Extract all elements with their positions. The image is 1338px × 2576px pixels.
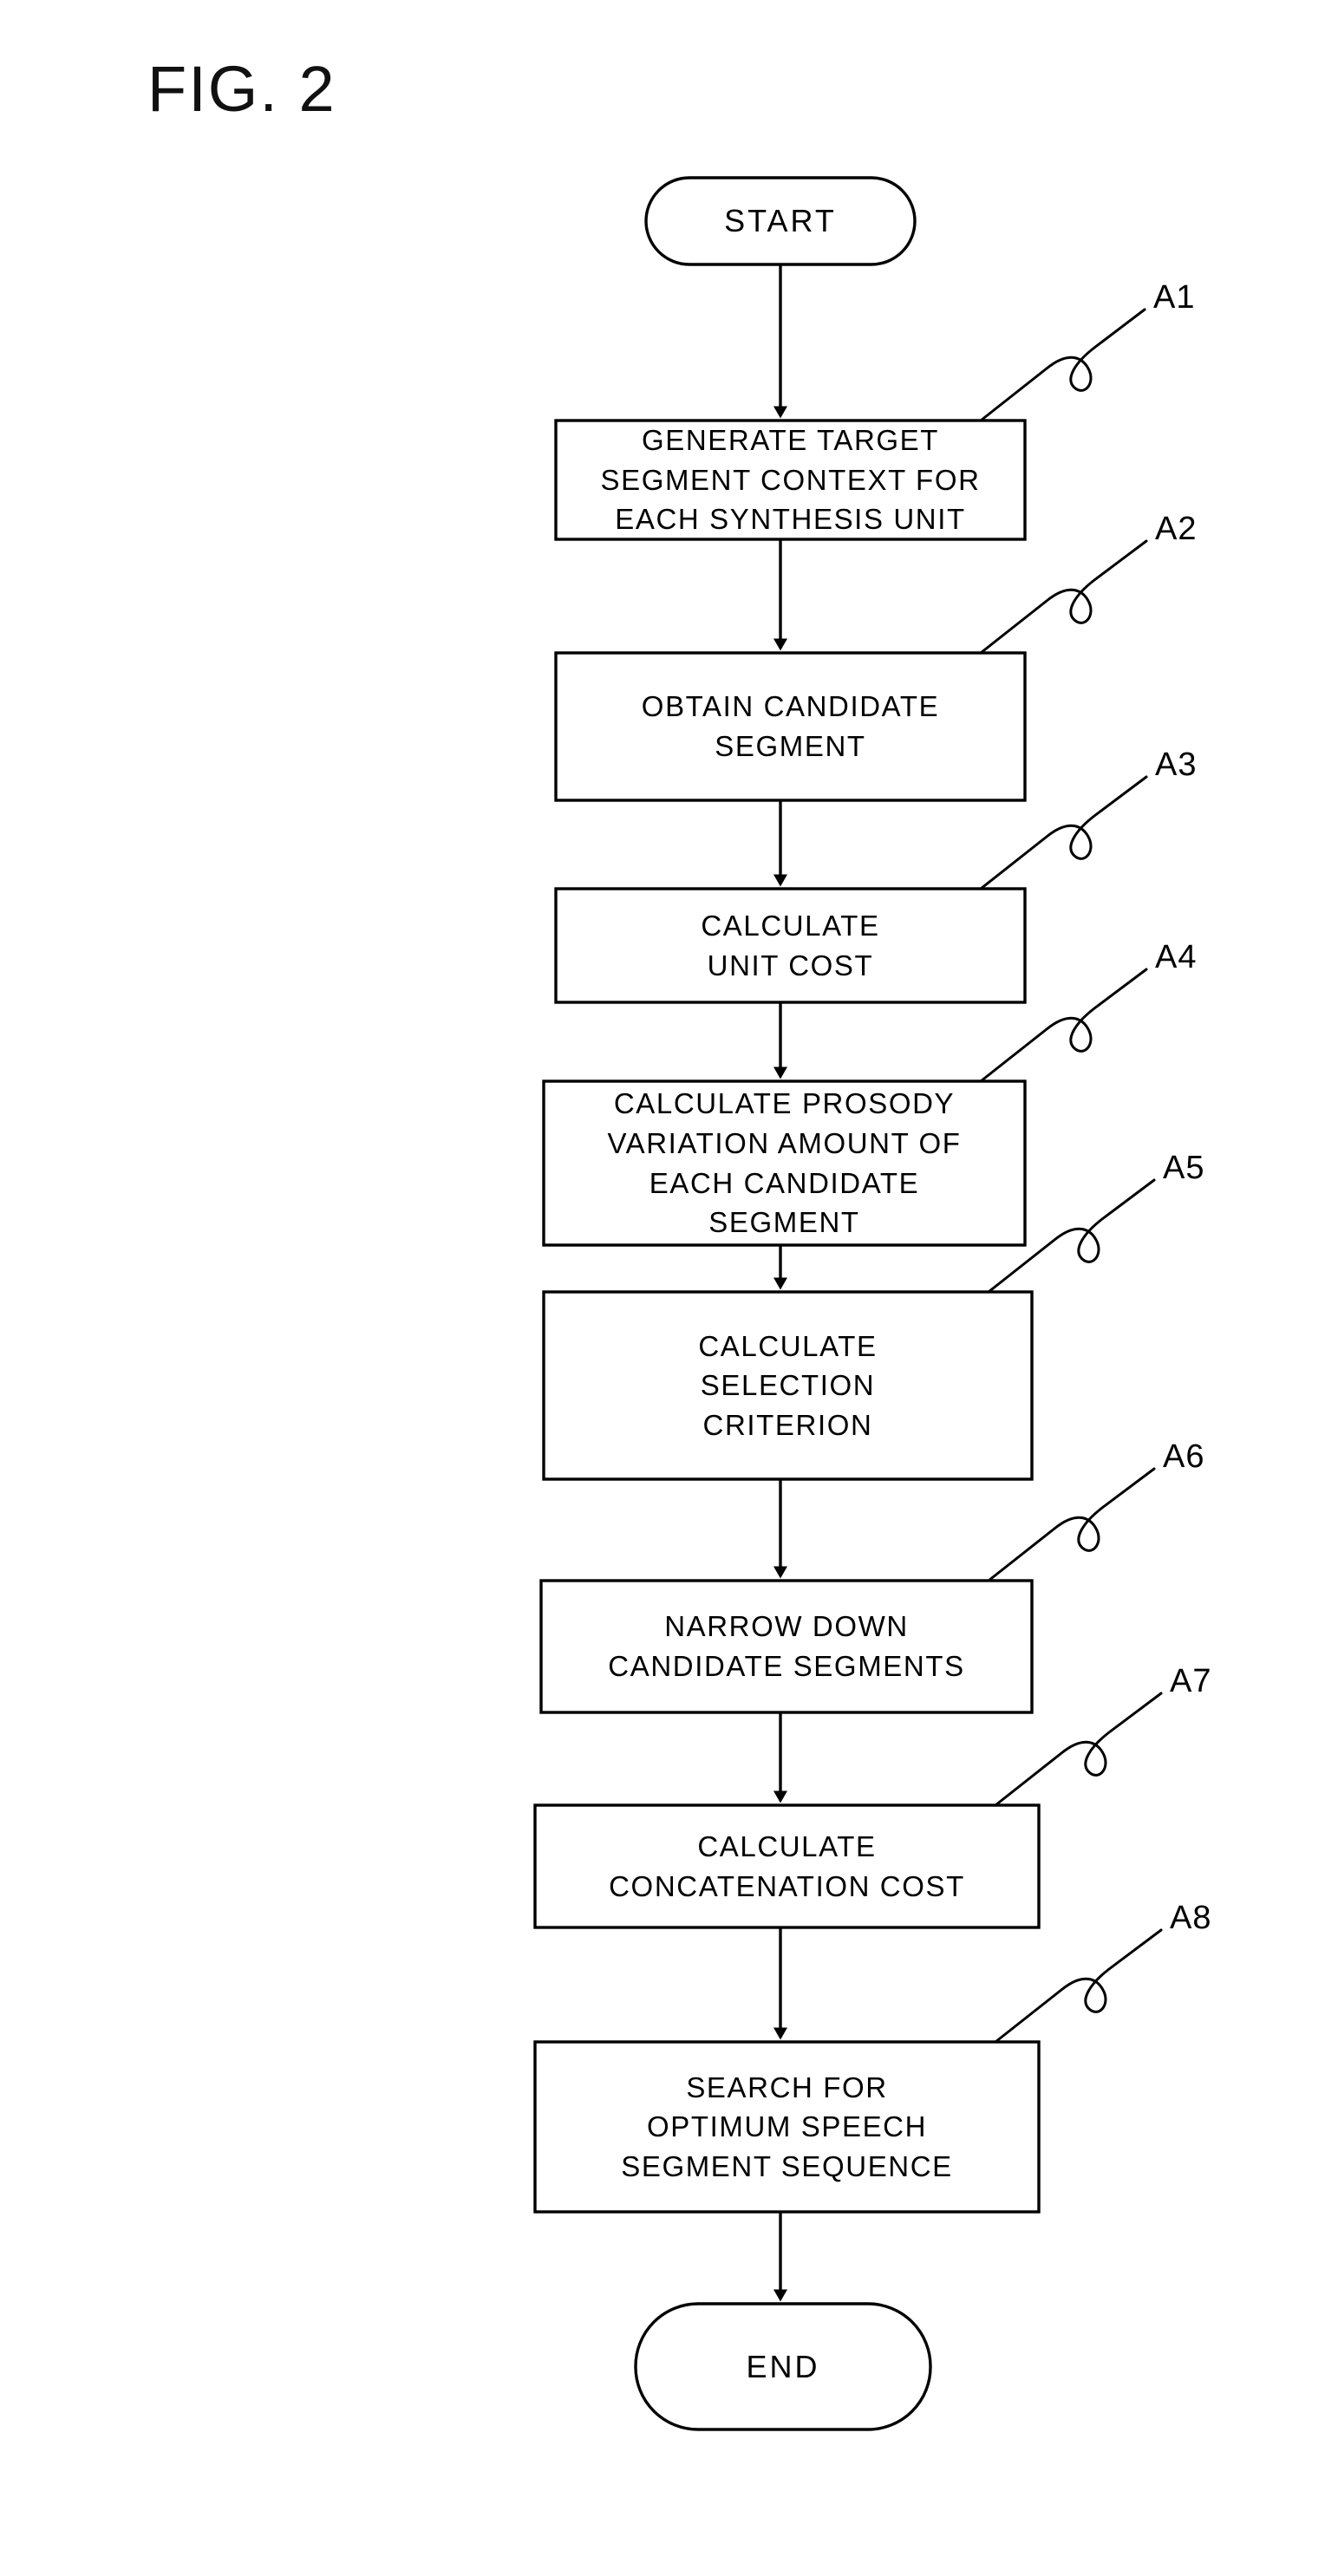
flowchart-canvas [533, 176, 1163, 2431]
leader-line-a3 [979, 775, 1148, 890]
reference-label-a5: A5 [1163, 1150, 1205, 1186]
reference-label-a2: A2 [1155, 511, 1198, 547]
reference-label-a8: A8 [1170, 1900, 1212, 1936]
figure-page: FIG. 2 START GENERATE TARGET SEGMENT CON… [0, 0, 1338, 2576]
node-a8-shape [533, 2040, 1041, 2214]
leader-line-a5 [987, 1178, 1156, 1294]
node-end-shape [634, 2302, 932, 2431]
leader-line-a4 [979, 968, 1148, 1083]
leader-line-a6 [987, 1467, 1156, 1582]
node-start-shape [644, 176, 917, 266]
node-a7-shape [533, 1803, 1041, 1929]
reference-label-a6: A6 [1163, 1438, 1205, 1475]
node-a4-shape [542, 1079, 1027, 1247]
leader-line-a8 [994, 1928, 1163, 2044]
node-a5-shape [542, 1290, 1034, 1481]
reference-label-a1: A1 [1153, 279, 1196, 316]
leader-line-a7 [994, 1692, 1163, 1807]
reference-label-a3: A3 [1155, 747, 1198, 783]
node-a1-shape [554, 419, 1027, 541]
node-a3-shape [554, 887, 1027, 1004]
node-a2-shape [554, 651, 1027, 802]
reference-label-a7: A7 [1170, 1663, 1212, 1699]
reference-label-a4: A4 [1155, 939, 1198, 975]
leader-line-a1 [979, 308, 1146, 422]
leader-line-a2 [979, 539, 1148, 655]
node-a6-shape [539, 1579, 1034, 1714]
